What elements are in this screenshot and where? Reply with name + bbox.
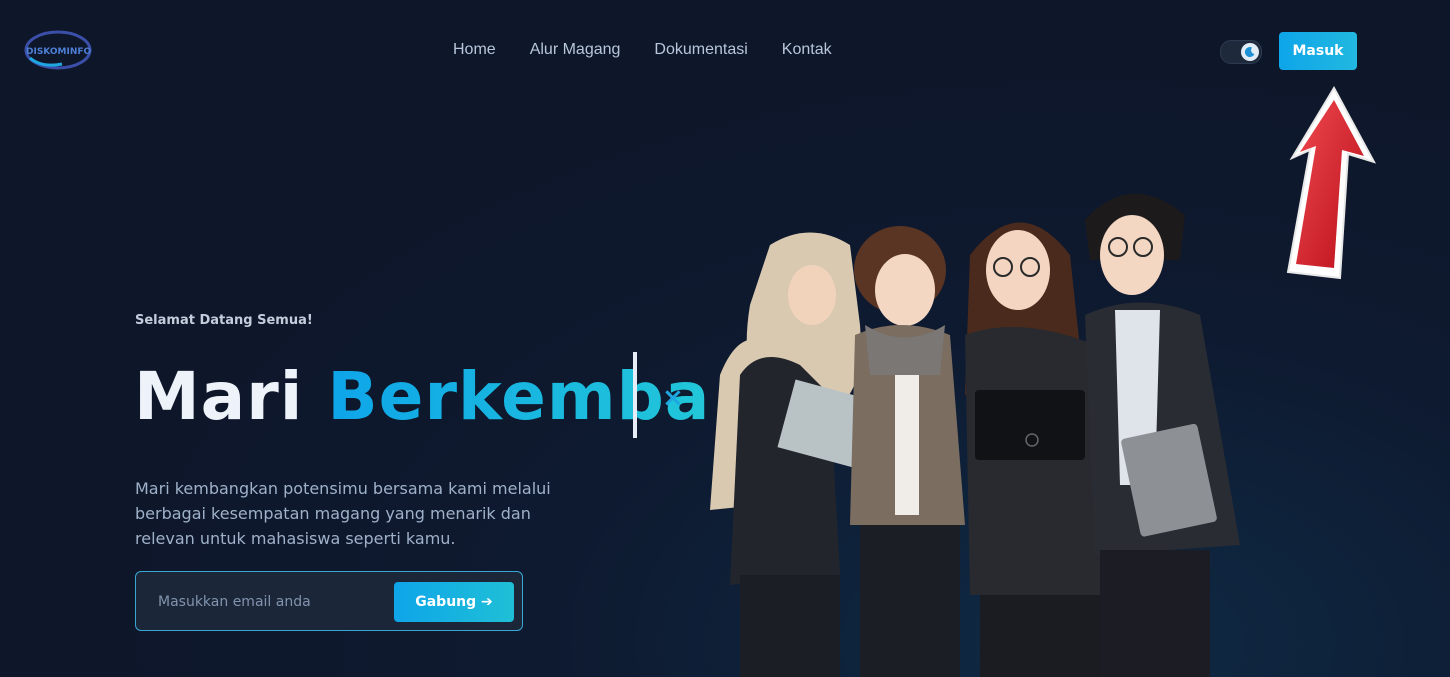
typing-cursor [633, 352, 637, 438]
hero-headline: Mari Berkemba [134, 355, 710, 439]
email-input[interactable] [156, 590, 380, 614]
student-boy-figure [1085, 193, 1240, 677]
hero-description: Mari kembangkan potensimu bersama kami m… [135, 479, 551, 548]
nav-dokumentasi[interactable]: Dokumentasi [654, 40, 747, 60]
moon-icon [1241, 43, 1259, 61]
annotation-arrow-icon [1286, 85, 1377, 280]
students-illustration [710, 193, 1240, 677]
main-nav: Home Alur Magang Dokumentasi Kontak [453, 40, 832, 60]
login-button[interactable]: Masuk [1279, 32, 1357, 70]
join-button[interactable]: Gabung ➔ [394, 582, 514, 622]
theme-toggle[interactable] [1220, 40, 1262, 64]
logo[interactable]: DISKOMINFO [22, 28, 92, 70]
headline-word-1: Mari [134, 358, 304, 435]
nav-alur-magang[interactable]: Alur Magang [530, 40, 621, 60]
nav-kontak[interactable]: Kontak [782, 40, 832, 60]
greeting-text: Selamat Datang Semua! [135, 313, 313, 328]
close-icon: × [662, 383, 684, 413]
student-scarf-figure [850, 226, 965, 677]
headline-word-2: Berkemba [327, 358, 711, 435]
nav-home[interactable]: Home [453, 40, 496, 60]
logo-text: DISKOMINFO [26, 47, 92, 57]
email-signup-form: Gabung ➔ [135, 571, 523, 631]
